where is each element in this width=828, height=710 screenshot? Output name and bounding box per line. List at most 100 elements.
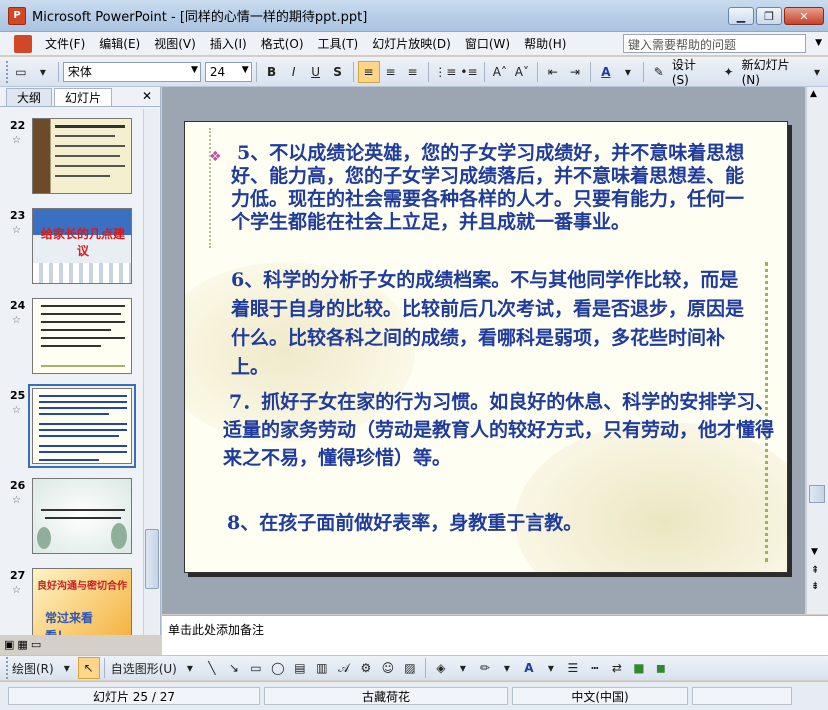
slide-thumbnail[interactable]: 23 ☆ 给家长的几点建议 (0, 205, 143, 291)
close-button[interactable]: ✕ (784, 7, 824, 25)
decrease-indent-icon[interactable]: ⇤ (542, 61, 564, 83)
notes-pane[interactable]: 单击此处添加备注 (162, 615, 828, 655)
select-arrow-icon[interactable]: ↖ (77, 657, 100, 679)
slide-paragraph-6[interactable]: 6、科学的分析子女的成绩档案。不与其他同学作比较，而是着眼于自身的比较。比较前后… (231, 266, 757, 382)
italic-button[interactable]: I (283, 61, 305, 83)
slide-sorter-icon[interactable]: ▦ (17, 638, 27, 651)
chevron-down-icon[interactable]: ▾ (452, 657, 474, 679)
chevron-down-icon[interactable]: ▼ (815, 38, 822, 48)
slide-paragraph-8[interactable]: 8、在孩子面前做好表率，身教重于言教。 (227, 512, 747, 535)
arrow-style-icon[interactable]: ⇄ (606, 657, 628, 679)
slide-number: 23 (10, 209, 26, 222)
slide-thumbnail[interactable]: 25 ☆ (0, 384, 143, 471)
chevron-down-icon[interactable]: ▼ (242, 65, 249, 75)
vertical-textbox-icon[interactable]: ▥ (311, 657, 333, 679)
slide-paragraph-7[interactable]: 7．抓好子女在家的行为习惯。如良好的休息、科学的安排学习、适量的家务劳动（劳动是… (223, 388, 783, 472)
draw-menu-button[interactable]: 绘图(R) (10, 657, 56, 679)
menu-view[interactable]: 视图(V) (147, 35, 203, 52)
font-size-select[interactable]: 24 ▼ (204, 61, 252, 82)
slideshow-icon[interactable]: ▭ (31, 638, 41, 651)
underline-button[interactable]: U (305, 61, 327, 83)
dash-style-icon[interactable]: ┅ (584, 657, 606, 679)
autoshapes-button[interactable]: 自选图形(U) (109, 657, 179, 679)
menu-insert[interactable]: 插入(I) (203, 35, 254, 52)
diagram-icon[interactable]: ⚙ (355, 657, 377, 679)
slide-edit-area[interactable]: ❖ 5、不以成绩论英雄，您的子女学习成绩好，并不意味着思想好、能力高，您的子女学… (162, 87, 805, 614)
picture-icon[interactable]: ▨ (399, 657, 421, 679)
chevron-down-icon[interactable]: ▾ (540, 657, 562, 679)
scroll-down-icon[interactable]: ▼ (811, 547, 818, 557)
chevron-down-icon[interactable]: ▾ (179, 657, 201, 679)
numbering-icon[interactable]: ⋮≡ (433, 61, 458, 83)
design-icon[interactable]: ✎ (648, 61, 670, 83)
font-color-icon[interactable]: A (595, 61, 617, 83)
toolbar-options-icon[interactable]: ▾ (32, 61, 54, 83)
increase-font-icon[interactable]: A˄ (489, 61, 511, 83)
help-search-input[interactable]: 键入需要帮助的问题 (623, 34, 806, 53)
align-right-icon[interactable]: ≡ (402, 61, 424, 83)
chevron-down-icon[interactable]: ▼ (191, 65, 198, 75)
slide-thumbnail[interactable]: 22 ☆ (0, 115, 143, 201)
chevron-down-icon[interactable]: ▾ (617, 61, 639, 83)
slide-thumbnail-image (32, 478, 132, 554)
slides-scrollbar[interactable] (143, 109, 159, 635)
slide-paragraph-5[interactable]: 5、不以成绩论英雄，您的子女学习成绩好，并不意味着思想好、能力高，您的子女学习成… (231, 142, 753, 234)
menu-file[interactable]: 文件(F) (38, 35, 92, 52)
close-icon[interactable]: ✕ (142, 89, 152, 103)
arrow-icon[interactable]: ↘ (223, 657, 245, 679)
new-document-icon[interactable]: ▭ (10, 61, 32, 83)
oval-icon[interactable]: ◯ (267, 657, 289, 679)
align-left-icon[interactable]: ≡ (357, 60, 380, 83)
slide-thumbnail[interactable]: 26 ☆ (0, 475, 143, 561)
menu-tools[interactable]: 工具(T) (311, 35, 366, 52)
current-slide[interactable]: ❖ 5、不以成绩论英雄，您的子女学习成绩好，并不意味着思想好、能力高，您的子女学… (184, 121, 788, 573)
line-icon[interactable]: ╲ (201, 657, 223, 679)
normal-view-icon[interactable]: ▣ (4, 638, 14, 651)
menu-slideshow[interactable]: 幻灯片放映(D) (365, 35, 458, 52)
shadow-style-icon[interactable]: ■ (628, 657, 650, 679)
slide-scrollbar[interactable]: ▲ ▼ ⇞ ⇟ (806, 87, 828, 614)
slide-thumbnail-image (32, 298, 132, 374)
new-slide-icon[interactable]: ✦ (718, 61, 740, 83)
slide-thumbnail[interactable]: 27 ☆ 良好沟通与密切合作 常过来看 看！ (0, 565, 143, 635)
clipart-icon[interactable]: ☺ (377, 657, 399, 679)
font-color-icon[interactable]: A (518, 657, 540, 679)
decrease-font-icon[interactable]: A˅ (511, 61, 533, 83)
menu-format[interactable]: 格式(O) (254, 35, 311, 52)
font-select[interactable]: 宋体 ▼ (62, 61, 201, 82)
fill-color-icon[interactable]: ◈ (430, 657, 452, 679)
slide-number: 25 (10, 389, 26, 402)
slide-thumbnail-text: 常过来看 (45, 611, 94, 625)
new-slide-button[interactable]: 新幻灯片(N) (742, 56, 806, 87)
menu-window[interactable]: 窗口(W) (458, 35, 517, 52)
shadow-button[interactable]: S (327, 61, 349, 83)
scrollbar-thumb[interactable] (145, 529, 159, 589)
powerpoint-icon[interactable]: P (8, 6, 26, 25)
rectangle-icon[interactable]: ▭ (245, 657, 267, 679)
design-button[interactable]: 设计(S) (672, 56, 712, 87)
scroll-up-icon[interactable]: ▲ (810, 89, 817, 99)
chevron-down-icon[interactable]: ▾ (56, 657, 78, 679)
tab-outline[interactable]: 大纲 (6, 88, 53, 106)
minimize-button[interactable]: ▁ (728, 7, 754, 25)
document-icon[interactable] (14, 34, 32, 53)
tab-slides[interactable]: 幻灯片 (54, 88, 113, 106)
line-color-icon[interactable]: ✏ (474, 657, 496, 679)
align-center-icon[interactable]: ≡ (380, 61, 402, 83)
chevron-down-icon[interactable]: ▾ (806, 61, 828, 83)
slide-thumbnail[interactable]: 24 ☆ (0, 295, 143, 381)
bold-button[interactable]: B (261, 61, 283, 83)
increase-indent-icon[interactable]: ⇥ (564, 61, 586, 83)
3d-style-icon[interactable]: ◼ (650, 657, 672, 679)
chevron-down-icon[interactable]: ▾ (496, 657, 518, 679)
menu-help[interactable]: 帮助(H) (517, 35, 573, 52)
line-style-icon[interactable]: ☰ (562, 657, 584, 679)
restore-button[interactable]: ❐ (756, 7, 782, 25)
previous-slide-icon[interactable]: ⇞ (811, 565, 819, 576)
scrollbar-thumb[interactable] (809, 485, 825, 503)
menu-edit[interactable]: 编辑(E) (92, 35, 147, 52)
wordart-icon[interactable]: 𝒜 (333, 657, 355, 679)
textbox-icon[interactable]: ▤ (289, 657, 311, 679)
bullets-icon[interactable]: •≡ (458, 61, 480, 83)
next-slide-icon[interactable]: ⇟ (811, 581, 819, 592)
